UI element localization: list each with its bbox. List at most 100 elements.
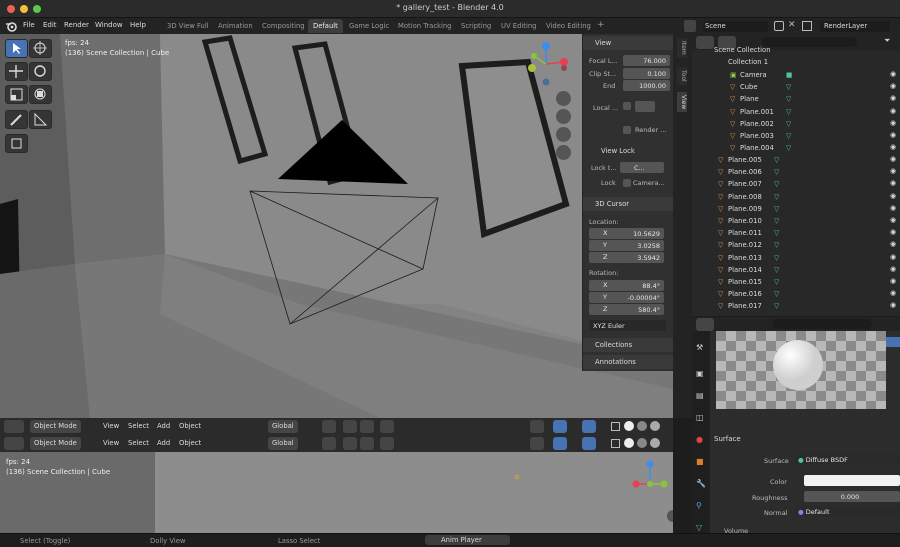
object-mode-dropdown-bottom[interactable]: Object Mode [30, 437, 81, 450]
menu-select[interactable]: Select [128, 422, 149, 430]
outliner-row-scene-collection[interactable]: Scene Collection [692, 46, 900, 58]
cursor-tool-button[interactable] [29, 39, 52, 58]
outliner-row-plane013[interactable]: ▽ Plane.013 ▽ ◉ [692, 253, 900, 265]
outliner-row-plane003[interactable]: ▽ Plane.003 ▽ ◉ [692, 131, 900, 143]
outliner-row-plane[interactable]: ▽ Plane ▽ ◉ [692, 94, 900, 106]
visibility-eye-icon[interactable]: ◉ [890, 143, 896, 151]
local-camera-checkbox[interactable] [623, 102, 631, 110]
material-shading-icon-bottom[interactable] [637, 438, 647, 448]
visibility-eye-icon[interactable]: ◉ [890, 216, 896, 224]
navigation-gizmo-bottom-icon[interactable] [630, 456, 670, 502]
outliner-row-camera[interactable]: ▣ Camera ■ ◉ [692, 70, 900, 82]
cursor-location-z[interactable]: Z 3.5942 [589, 252, 664, 263]
3d-cursor-header[interactable]: 3D Cursor [583, 197, 674, 211]
object-data-icon[interactable]: ▽ [774, 156, 779, 164]
visibility-eye-icon[interactable]: ◉ [890, 253, 896, 261]
viewport-3d[interactable]: fps: 24 (136) Scene Collection | Cube [0, 34, 673, 418]
cursor-rotation-z[interactable]: Z 580.4° [589, 304, 664, 315]
cursor-location-x[interactable]: X 10.5629 [589, 228, 664, 239]
output-tab-icon[interactable]: ▤ [696, 391, 704, 400]
properties-search-input[interactable] [772, 319, 872, 329]
outliner-row-plane009[interactable]: ▽ Plane.009 ▽ ◉ [692, 204, 900, 216]
view-lock-header[interactable]: View Lock [589, 144, 668, 158]
constraint-tab-icon[interactable]: ⚲ [696, 501, 702, 510]
menu-view[interactable]: View [103, 422, 119, 430]
visibility-eye-icon[interactable]: ◉ [890, 289, 896, 297]
object-mode-dropdown[interactable]: Object Mode [30, 420, 81, 433]
scene-tab-icon[interactable]: ● [696, 435, 703, 444]
xray-icon-bottom[interactable] [611, 439, 620, 448]
outliner-row-plane010[interactable]: ▽ Plane.010 ▽ ◉ [692, 216, 900, 228]
object-data-icon[interactable]: ▽ [786, 95, 791, 103]
snap-icon-bottom[interactable] [343, 437, 357, 450]
object-data-icon[interactable]: ▽ [786, 120, 791, 128]
outliner-row-plane005[interactable]: ▽ Plane.005 ▽ ◉ [692, 155, 900, 167]
lock-to-object-field[interactable]: C... [620, 162, 664, 173]
object-data-icon[interactable]: ▽ [786, 108, 791, 116]
proportional-edit-icon[interactable] [380, 420, 394, 433]
outliner-row-plane012[interactable]: ▽ Plane.012 ▽ ◉ [692, 240, 900, 252]
data-tab-icon[interactable]: ▽ [696, 523, 702, 532]
menu-help[interactable]: Help [130, 21, 146, 29]
add-cube-tool-button[interactable] [5, 134, 28, 153]
outliner-row-plane001[interactable]: ▽ Plane.001 ▽ ◉ [692, 107, 900, 119]
object-data-icon[interactable]: ▽ [774, 290, 779, 298]
camera-view-icon[interactable] [556, 127, 571, 142]
solid-shading-icon[interactable] [624, 421, 634, 431]
visibility-icon[interactable] [530, 420, 544, 433]
local-camera-picker[interactable] [635, 101, 655, 112]
menu-view-bottom[interactable]: View [103, 439, 119, 447]
pivot-icon[interactable] [322, 420, 336, 433]
anim-player-badge[interactable]: Anim Player [425, 535, 510, 545]
surface-shader-field[interactable]: ● Diffuse BSDF [794, 454, 900, 465]
menu-window[interactable]: Window [95, 21, 123, 29]
outliner-row-cube[interactable]: ▽ Cube ▽ ◉ [692, 82, 900, 94]
scale-tool-button[interactable] [5, 85, 28, 104]
outliner-row-plane016[interactable]: ▽ Plane.016 ▽ ◉ [692, 289, 900, 301]
snap-icon[interactable] [343, 420, 357, 433]
menu-select-bottom[interactable]: Select [128, 439, 149, 447]
transform-orientation-dropdown[interactable]: Global [268, 420, 298, 433]
render-tab-icon[interactable]: ▣ [696, 369, 704, 378]
view-section-header[interactable]: View [583, 36, 674, 50]
tab-motion-tracking[interactable]: Motion Tracking [393, 19, 457, 33]
zoom-icon-bottom[interactable] [667, 510, 673, 522]
tool-tab-icon[interactable]: ⚒ [696, 343, 703, 352]
roughness-field[interactable]: 0.000 [804, 491, 900, 502]
outliner-row-plane011[interactable]: ▽ Plane.011 ▽ ◉ [692, 228, 900, 240]
scene-type-icon[interactable] [684, 20, 696, 32]
menu-add[interactable]: Add [157, 422, 170, 430]
transform-tool-button[interactable] [29, 85, 52, 104]
filter-icon[interactable]: ⏷ [884, 36, 890, 46]
pivot-icon-bottom[interactable] [322, 437, 336, 450]
visibility-eye-icon[interactable]: ◉ [890, 204, 896, 212]
lock-camera-checkbox[interactable] [623, 179, 631, 187]
clip-end-field[interactable]: 1000.00 [623, 80, 670, 91]
tab-animation[interactable]: Animation [213, 19, 258, 33]
surface-section-header[interactable]: Surface [714, 435, 741, 443]
outliner-row-plane006[interactable]: ▽ Plane.006 ▽ ◉ [692, 167, 900, 179]
gizmo-toggle-icon[interactable] [553, 420, 567, 433]
object-tab-icon[interactable]: ■ [696, 457, 704, 466]
outliner-row-plane007[interactable]: ▽ Plane.007 ▽ ◉ [692, 179, 900, 191]
scene-selector[interactable]: Scene [703, 21, 768, 32]
visibility-eye-icon[interactable]: ◉ [890, 155, 896, 163]
material-shading-icon[interactable] [637, 421, 647, 431]
visibility-eye-icon[interactable]: ◉ [890, 82, 896, 90]
menu-file[interactable]: File [23, 21, 35, 29]
tab-tool[interactable]: Tool [677, 67, 687, 85]
object-data-icon[interactable]: ▽ [774, 241, 779, 249]
render-layer-selector[interactable]: RenderLayer [820, 21, 890, 32]
object-data-icon[interactable]: ▽ [774, 205, 779, 213]
object-data-icon[interactable]: ▽ [774, 302, 779, 310]
visibility-icon-bottom[interactable] [530, 437, 544, 450]
cursor-location-y[interactable]: Y 3.0258 [589, 240, 664, 251]
visibility-eye-icon[interactable]: ◉ [890, 131, 896, 139]
editor-type-button-bottom[interactable] [4, 437, 24, 450]
outliner-row-collection1[interactable]: Collection 1 [692, 58, 900, 70]
menu-object[interactable]: Object [179, 422, 201, 430]
tab-game-logic[interactable]: Game Logic [344, 19, 394, 33]
menu-add-bottom[interactable]: Add [157, 439, 170, 447]
zoom-icon[interactable] [556, 91, 571, 106]
rendered-shading-icon[interactable] [650, 421, 660, 431]
